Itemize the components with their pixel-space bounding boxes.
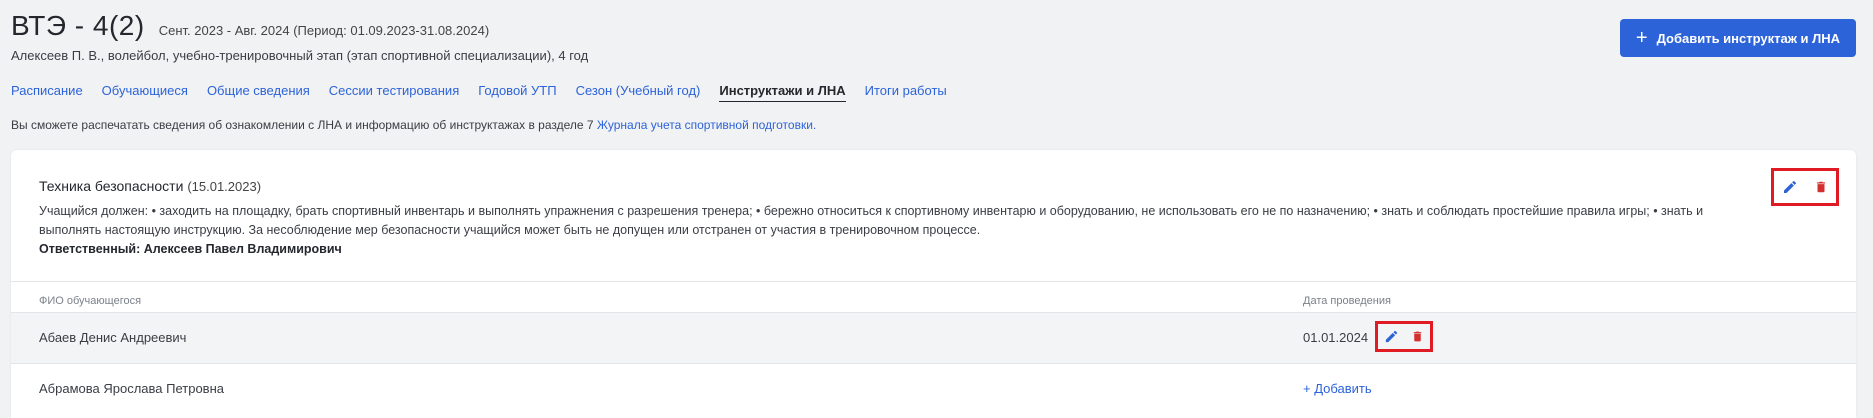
tab-students[interactable]: Обучающиеся (102, 83, 188, 102)
delete-row-button[interactable] (1408, 328, 1426, 346)
table-header: ФИО обучающегося Дата проведения (11, 281, 1856, 314)
card-actions (1771, 168, 1839, 206)
instruction-title: Техника безопасности (39, 178, 184, 194)
tab-schedule[interactable]: Расписание (11, 83, 83, 102)
table-row: Абаев Денис Андреевич 01.01.2024 (11, 312, 1856, 363)
instruction-card: Техника безопасности (15.01.2023) Учащий… (11, 150, 1856, 418)
instruction-date: (15.01.2023) (187, 179, 262, 194)
period-text: Сент. 2023 - Авг. 2024 (Период: 01.09.20… (158, 23, 490, 38)
instruction-description: Учащийся должен: • заходить на площадку,… (39, 204, 1704, 237)
tab-season[interactable]: Сезон (Учебный год) (576, 83, 701, 102)
add-instruction-button[interactable]: + Добавить инструктаж и ЛНА (1620, 19, 1856, 57)
edit-row-button[interactable] (1382, 328, 1400, 346)
edit-instruction-button[interactable] (1781, 178, 1799, 196)
trash-icon (1816, 181, 1825, 193)
plus-icon: + (1635, 27, 1648, 49)
col-date: Дата проведения (1303, 295, 1391, 307)
trash-icon (1413, 331, 1421, 342)
add-instruction-label: Добавить инструктаж и ЛНА (1656, 30, 1841, 46)
pencil-icon (1783, 180, 1796, 193)
info-text-body: Вы сможете распечатать сведения об ознак… (11, 118, 597, 132)
pencil-icon (1385, 330, 1397, 343)
page-title: ВТЭ - 4(2) (11, 10, 145, 41)
journal-link[interactable]: Журнала учета спортивной подготовки. (597, 118, 816, 132)
student-name: Абаев Денис Андреевич (39, 330, 187, 345)
tab-instructions[interactable]: Инструктажи и ЛНА (719, 83, 846, 102)
card-title-line: Техника безопасности (15.01.2023) (39, 178, 1759, 194)
tab-testing-sessions[interactable]: Сессии тестирования (329, 83, 459, 102)
info-text: Вы сможете распечатать сведения об ознак… (11, 118, 816, 132)
tabs-nav: Расписание Обучающиеся Общие сведения Се… (11, 83, 966, 102)
tab-annual-plan[interactable]: Годовой УТП (478, 83, 556, 102)
group-subtitle: Алексеев П. В., волейбол, учебно-трениро… (11, 48, 589, 63)
add-date-link[interactable]: + Добавить (1303, 381, 1372, 396)
col-student-name: ФИО обучающегося (39, 295, 142, 307)
instruction-row-date: 01.01.2024 (1303, 330, 1369, 345)
table-row: Абрамова Ярослава Петровна + Добавить (11, 363, 1856, 414)
tab-results[interactable]: Итоги работы (865, 83, 947, 102)
delete-instruction-button[interactable] (1812, 178, 1830, 196)
student-name: Абрамова Ярослава Петровна (39, 381, 224, 396)
page-header: ВТЭ - 4(2) Сент. 2023 - Авг. 2024 (Перио… (11, 10, 588, 63)
responsible-person: Ответственный: Алексеев Павел Владимиров… (39, 242, 342, 256)
row-actions (1375, 321, 1433, 352)
tab-general-info[interactable]: Общие сведения (207, 83, 310, 102)
